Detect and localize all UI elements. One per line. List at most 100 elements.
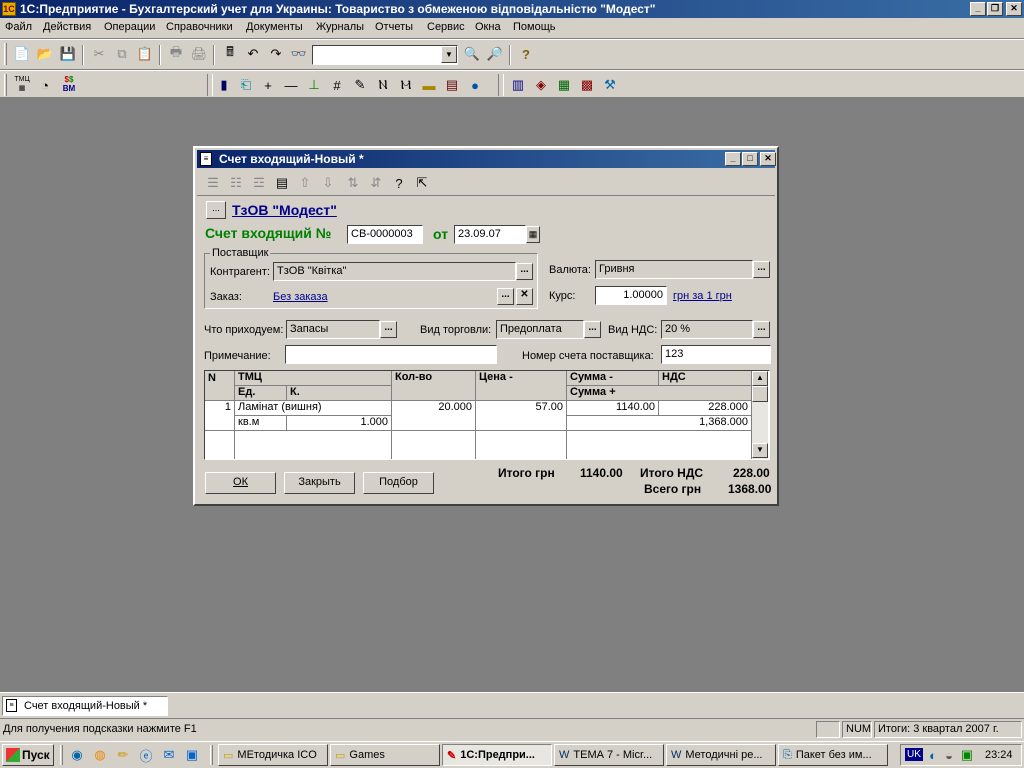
menu-journals[interactable]: Журналы (316, 21, 364, 33)
supplier-invoice-field[interactable]: 123 (661, 345, 771, 364)
grid-hash-icon[interactable]: # (327, 75, 347, 95)
calculator-icon[interactable]: 🖩 (220, 44, 240, 64)
menu-operations[interactable]: Операции (104, 21, 155, 33)
sort-asc-icon[interactable]: ⇅ (343, 173, 363, 193)
calendar-icon[interactable]: ▦ (526, 226, 540, 243)
doc-minimize-button[interactable]: _ (725, 152, 741, 166)
menu-reports[interactable]: Отчеты (375, 21, 413, 33)
trade-field[interactable]: Предоплата (496, 320, 584, 339)
table-row-coef[interactable]: 1.000 (287, 416, 392, 431)
menu-windows[interactable]: Окна (475, 21, 501, 33)
search-combo[interactable]: ▼ (312, 45, 458, 65)
find-prev-icon[interactable]: 🔎 (485, 44, 505, 64)
quicklaunch-pencil-icon[interactable]: ✏ (113, 745, 133, 765)
table-row-unit[interactable]: кв.м (235, 416, 287, 431)
app-close-button[interactable]: ✕ (1006, 2, 1022, 16)
order-select-button[interactable]: ... (497, 288, 514, 305)
table-row-n[interactable]: 1 (205, 401, 235, 431)
new-document-icon[interactable]: 📄 (12, 44, 32, 64)
move-down-icon[interactable]: ⇩ (318, 173, 338, 193)
table-row-sum-minus[interactable]: 1140.00 (567, 401, 659, 416)
ledger-icon[interactable]: ▦ (554, 75, 574, 95)
menu-references[interactable]: Справочники (166, 21, 233, 33)
quicklaunch-ie-icon[interactable]: ⓔ (136, 745, 156, 765)
col-header-vat[interactable]: НДС (659, 371, 752, 386)
table-row-qty[interactable]: 20.000 (392, 401, 476, 431)
tray-antivirus-icon[interactable]: ▣ (959, 745, 975, 765)
scroll-up-button[interactable]: ▲ (752, 371, 768, 386)
menu-service[interactable]: Сервис (427, 21, 465, 33)
copy-row-icon[interactable]: ☷ (226, 173, 246, 193)
col-header-coef[interactable]: К. (287, 386, 392, 401)
receive-field[interactable]: Запасы (286, 320, 380, 339)
tray-network-icon[interactable]: ◐ (925, 745, 941, 765)
scroll-down-button[interactable]: ▼ (752, 443, 768, 458)
print-preview-icon[interactable]: 🖨 (189, 44, 209, 64)
currency-field[interactable]: Гривня (595, 260, 753, 279)
tray-volume-icon[interactable]: ◒ (941, 745, 957, 765)
pick-button[interactable]: Подбор (363, 472, 434, 494)
open-folder-icon[interactable]: 📂 (35, 44, 55, 64)
ok-button[interactable]: ОК (205, 472, 276, 494)
menu-documents[interactable]: Документы (246, 21, 303, 33)
pencil-icon[interactable]: ✎ (350, 75, 370, 95)
whats-this-icon[interactable]: ⇱ (412, 173, 432, 193)
scroll-thumb[interactable] (752, 386, 768, 402)
cut-icon[interactable]: ✂ (89, 44, 109, 64)
trade-select-button[interactable]: ... (584, 321, 601, 338)
table-row-tmc[interactable]: Ламінат (вишня) (235, 401, 392, 416)
col-header-unit[interactable]: Ед. (235, 386, 287, 401)
globe-icon[interactable]: ● (465, 75, 485, 95)
col-header-n[interactable]: N (205, 371, 235, 401)
find-binoculars-icon[interactable]: 👓 (289, 44, 309, 64)
table-row-sum-plus[interactable]: 1,368.000 (567, 416, 752, 431)
balance-icon[interactable]: ⊥ (304, 75, 324, 95)
note-field[interactable] (285, 345, 497, 364)
documents-icon[interactable]: ⎗ (236, 75, 256, 95)
taskbar-item-tema7[interactable]: W ТЕМА 7 - Micr... (554, 744, 664, 766)
window-tab[interactable]: ≡ Счет входящий-Новый * (2, 696, 168, 716)
order-clear-button[interactable]: ✕ (516, 288, 533, 305)
start-button[interactable]: Пуск (2, 744, 54, 766)
bar-chart-icon[interactable]: ▥ (508, 75, 528, 95)
receive-select-button[interactable]: ... (380, 321, 397, 338)
col-header-sum-minus[interactable]: Сумма - (567, 371, 659, 386)
vat-select-button[interactable]: ... (753, 321, 770, 338)
quicklaunch-globe-icon[interactable]: ◉ (67, 745, 87, 765)
contractor-field[interactable]: ТзОВ "Квітка" (273, 262, 516, 281)
tmc-icon[interactable]: ТМЦ ▦ (11, 75, 33, 95)
taskbar-item-paket[interactable]: ⎘ Пакет без им... (778, 744, 888, 766)
table-empty-cell[interactable] (205, 431, 235, 459)
taskbar-item-1c[interactable]: ✎ 1С:Предпри... (442, 744, 552, 766)
paste-icon[interactable]: 📋 (135, 44, 155, 64)
language-indicator[interactable]: UK (905, 748, 923, 761)
close-button[interactable]: Закрыть (284, 472, 355, 494)
taskbar-item-metodichka[interactable]: ▭ МЕтодичка ICO (218, 744, 328, 766)
redo-icon[interactable]: ↷ (266, 44, 286, 64)
help-question-icon[interactable]: ? (516, 44, 536, 64)
doc-close-button[interactable]: ✕ (760, 152, 776, 166)
menu-actions[interactable]: Действия (43, 21, 91, 33)
save-icon[interactable]: 💾 (58, 44, 78, 64)
document-number-field[interactable]: СВ-0000003 (347, 225, 423, 244)
col-header-tmc[interactable]: ТМЦ (235, 371, 392, 386)
move-up-icon[interactable]: ⇧ (295, 173, 315, 193)
table-row-price[interactable]: 57.00 (476, 401, 567, 431)
col-header-qty[interactable]: Кол-во (392, 371, 476, 401)
nn-arrows-icon[interactable]: Ⲛ (373, 75, 393, 95)
add-row-icon[interactable]: ☰ (203, 173, 223, 193)
table-empty-cell[interactable] (235, 431, 392, 459)
app-restore-button[interactable]: ❐ (987, 2, 1003, 16)
menu-help[interactable]: Помощь (513, 21, 556, 33)
document-date-field[interactable]: 23.09.07 (454, 225, 526, 244)
edit-row-icon[interactable]: ▤ (272, 173, 292, 193)
table-empty-cell[interactable] (476, 431, 567, 459)
quicklaunch-desktop-icon[interactable]: ▣ (182, 745, 202, 765)
nn-arrows-reverse-icon[interactable]: Ⲙ (396, 75, 416, 95)
report-icon[interactable]: ◈ (531, 75, 551, 95)
vat-field[interactable]: 20 % (661, 320, 753, 339)
currency-select-button[interactable]: ... (753, 261, 770, 278)
order-link[interactable]: Без заказа (273, 291, 328, 303)
org-select-button[interactable]: ... (206, 201, 226, 219)
col-header-price[interactable]: Цена - (476, 371, 567, 401)
